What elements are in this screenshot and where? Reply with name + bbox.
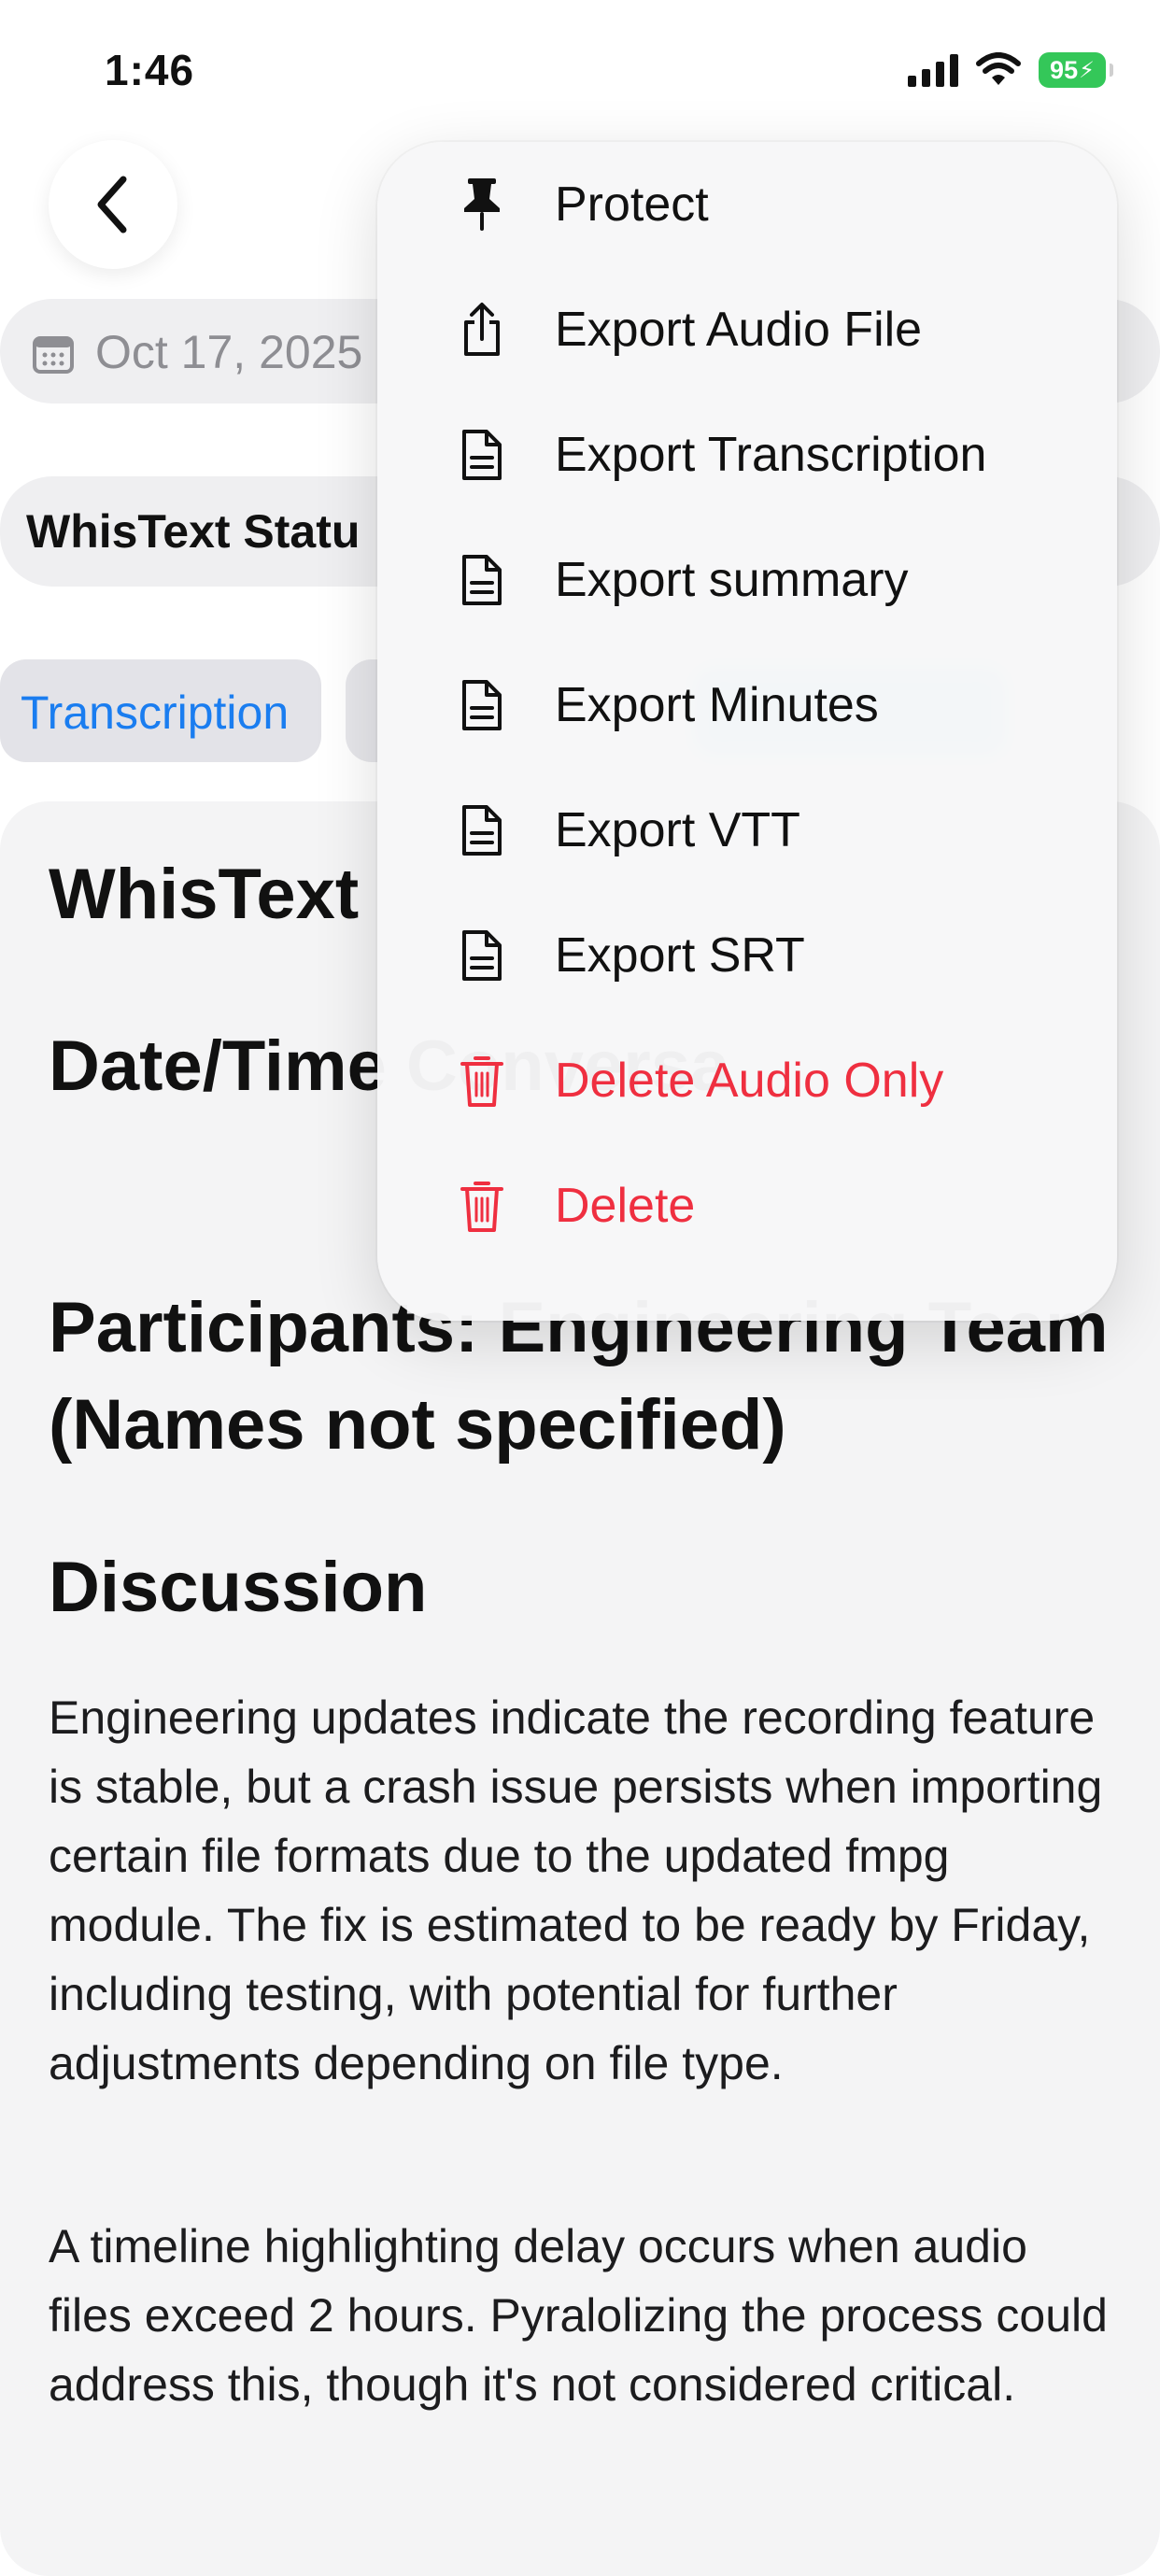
document-icon	[462, 930, 502, 981]
discussion-paragraph: Engineering updates indicate the recordi…	[49, 1691, 1103, 2089]
menu-item-label: Protect	[555, 177, 709, 232]
document-icon	[462, 680, 502, 730]
menu-item-label: Export SRT	[555, 928, 805, 983]
content-heading-discussion: Discussion	[49, 1548, 428, 1627]
menu-item-export-audio-file[interactable]: Export Audio File	[377, 267, 1117, 392]
charging-bolt-icon: ⚡	[1079, 57, 1095, 83]
menu-item-label: Export Transcription	[555, 428, 987, 482]
menu-item-export-transcription[interactable]: Export Transcription	[377, 392, 1117, 517]
trash-icon	[460, 1056, 503, 1107]
menu-item-delete[interactable]: Delete	[377, 1143, 1117, 1268]
cellular-signal-icon	[908, 53, 958, 87]
document-icon	[462, 430, 502, 480]
context-menu: Protect Export Audio File Export Transcr…	[377, 142, 1117, 1321]
back-button[interactable]	[49, 140, 177, 269]
battery-indicator: 95 ⚡	[1039, 52, 1113, 88]
share-icon	[464, 303, 500, 356]
trash-icon	[460, 1182, 503, 1232]
menu-item-export-vtt[interactable]: Export VTT	[377, 768, 1117, 893]
menu-item-export-srt[interactable]: Export SRT	[377, 893, 1117, 1018]
document-icon	[462, 555, 502, 605]
recording-title: WhisText Statu	[26, 505, 361, 558]
document-icon	[462, 805, 502, 856]
recording-date: Oct 17, 2025	[95, 326, 363, 378]
content-heading-title: WhisText	[49, 855, 360, 934]
wifi-icon	[976, 52, 1021, 85]
menu-item-protect[interactable]: Protect	[377, 142, 1117, 267]
menu-item-label: Delete Audio Only	[555, 1054, 944, 1108]
menu-item-label: Export Minutes	[555, 678, 879, 732]
menu-item-export-summary[interactable]: Export summary	[377, 517, 1117, 643]
menu-item-label: Delete	[555, 1179, 696, 1233]
pin-icon	[464, 178, 500, 231]
status-icons: 95 ⚡	[908, 52, 1113, 88]
calendar-icon	[33, 336, 74, 374]
tab-transcription-label: Transcription	[21, 686, 290, 739]
status-time: 1:46	[105, 46, 195, 94]
menu-item-label: Export Audio File	[555, 303, 923, 357]
menu-item-delete-audio-only[interactable]: Delete Audio Only	[377, 1018, 1117, 1143]
menu-item-export-minutes[interactable]: Export Minutes	[377, 643, 1117, 768]
discussion-paragraph: A timeline highlighting delay occurs whe…	[49, 2220, 1108, 2411]
menu-item-label: Export VTT	[555, 803, 800, 857]
menu-item-label: Export summary	[555, 553, 909, 607]
chevron-left-icon	[97, 176, 127, 234]
battery-level: 95	[1050, 55, 1079, 84]
